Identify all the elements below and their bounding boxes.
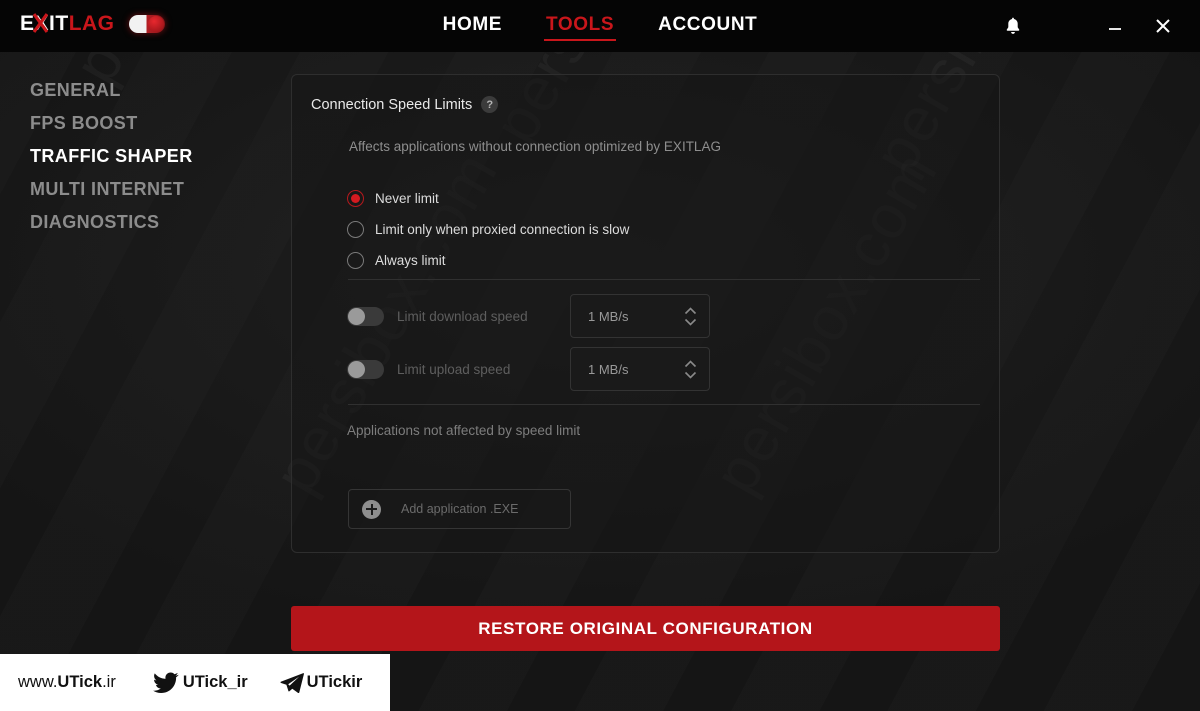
nav-tools[interactable]: TOOLS: [544, 11, 617, 41]
toggle-knob: [348, 360, 365, 378]
sidebar-item-multi-internet[interactable]: MULTI INTERNET: [0, 173, 270, 206]
watermark-telegram-handle: UTickir: [306, 673, 363, 691]
chevron-up-icon[interactable]: [684, 306, 697, 315]
sidebar-item-traffic-shaper[interactable]: TRAFFIC SHAPER: [0, 140, 270, 173]
watermark-telegram: UTickir: [280, 672, 363, 693]
sidebar-item-fps-boost[interactable]: FPS BOOST: [0, 107, 270, 140]
twitter-icon: [152, 672, 179, 693]
radio-limit-when-slow[interactable]: Limit only when proxied connection is sl…: [347, 214, 629, 245]
window-controls: [992, 0, 1200, 52]
sidebar-item-diagnostics[interactable]: DIAGNOSTICS: [0, 206, 270, 239]
divider: [348, 279, 980, 280]
radio-indicator: [347, 221, 364, 238]
add-application-button[interactable]: Add application .EXE: [348, 489, 571, 529]
download-speed-value: 1 MB/s: [588, 308, 629, 324]
chevron-down-icon[interactable]: [684, 318, 697, 326]
watermark-site-prefix: www.: [18, 673, 58, 691]
watermark-twitter: UTick_ir: [152, 672, 248, 694]
nav-account[interactable]: ACCOUNT: [656, 11, 759, 41]
chevron-up-icon[interactable]: [684, 359, 697, 368]
radio-indicator: [347, 190, 364, 207]
radio-never-limit[interactable]: Never limit: [347, 183, 629, 214]
radio-label: Never limit: [375, 191, 439, 206]
limit-download-toggle[interactable]: [347, 306, 384, 326]
download-speed-stepper: [684, 306, 697, 326]
limit-upload-row: Limit upload speed 1 MB/s: [347, 346, 710, 392]
telegram-icon: [280, 673, 304, 693]
watermark-site-name: UTick: [57, 673, 103, 691]
divider: [348, 404, 980, 405]
minimize-icon[interactable]: [1094, 8, 1136, 44]
card-subtitle: Affects applications without connection …: [349, 139, 721, 154]
card-title-text: Connection Speed Limits: [311, 96, 473, 113]
add-application-label: Add application .EXE: [401, 502, 519, 516]
plus-circle-icon: [362, 499, 381, 519]
limit-upload-toggle[interactable]: [347, 359, 384, 379]
card-header: Connection Speed Limits ?: [311, 96, 499, 113]
title-bar: EXITLAG HOME TOOLS ACCOUNT: [0, 0, 1200, 52]
close-icon[interactable]: [1142, 8, 1184, 44]
limit-download-label: Limit download speed: [397, 308, 528, 324]
chevron-down-icon[interactable]: [684, 371, 697, 379]
upload-speed-input[interactable]: 1 MB/s: [570, 347, 710, 391]
radio-indicator: [347, 252, 364, 269]
radio-label: Always limit: [375, 253, 446, 268]
nav-home[interactable]: HOME: [441, 11, 504, 41]
restore-original-configuration-button[interactable]: RESTORE ORIGINAL CONFIGURATION: [291, 606, 1000, 651]
sidebar-item-general[interactable]: GENERAL: [0, 74, 270, 107]
radio-label: Limit only when proxied connection is sl…: [375, 222, 630, 237]
watermark-bar: www. UTick .ir UTick_ir UTickir: [0, 654, 390, 711]
exempt-applications-label: Applications not affected by speed limit: [347, 423, 581, 438]
limit-download-row: Limit download speed 1 MB/s: [347, 293, 710, 339]
upload-speed-value: 1 MB/s: [588, 361, 629, 377]
exitlag-window: persibox.com persibox.com persibox.com p…: [0, 0, 1200, 711]
notification-bell-icon[interactable]: [992, 8, 1034, 44]
limit-upload-label: Limit upload speed: [397, 361, 511, 377]
help-icon[interactable]: ?: [481, 96, 499, 113]
watermark-site-suffix: .ir: [102, 673, 116, 691]
radio-always-limit[interactable]: Always limit: [347, 245, 629, 276]
toggle-knob: [348, 307, 365, 325]
download-speed-input[interactable]: 1 MB/s: [570, 294, 710, 338]
watermark-website: www. UTick .ir: [18, 673, 116, 692]
sidebar: GENERAL FPS BOOST TRAFFIC SHAPER MULTI I…: [0, 52, 270, 711]
watermark-twitter-handle: UTick_ir: [182, 673, 248, 691]
upload-speed-stepper: [684, 359, 697, 379]
limit-mode-radio-group: Never limit Limit only when proxied conn…: [347, 183, 629, 276]
